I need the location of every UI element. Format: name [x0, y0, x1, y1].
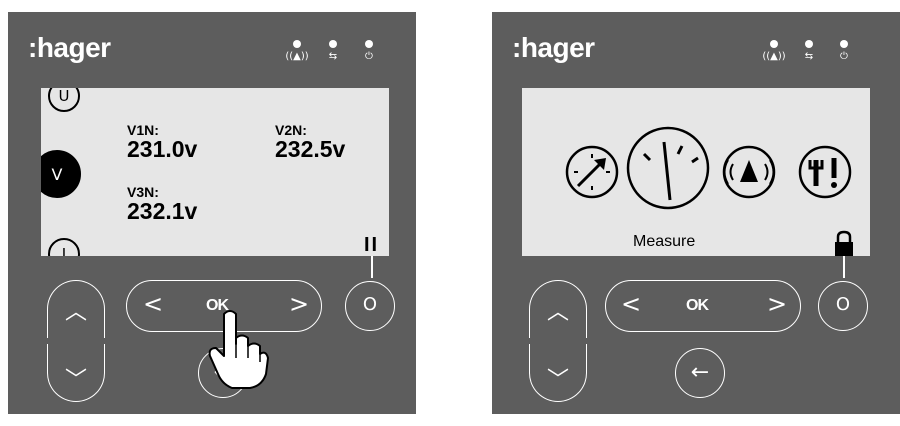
v1n-value: 231.0v: [127, 136, 198, 162]
power-led: ⏻: [355, 40, 383, 63]
lock-icon: [835, 230, 853, 256]
device-panel-right: :hager ((▲)) ⇆ ⏻ Measure ︿ ﹀ < OK > O ←: [492, 12, 900, 414]
connector-line: [371, 256, 373, 278]
comm-led: ⇆: [795, 40, 823, 63]
power-led: ⏻: [830, 40, 858, 63]
menu-v-button[interactable]: V: [41, 150, 81, 198]
pause-indicator: II: [364, 234, 380, 256]
power-led-icon: ⏻: [840, 51, 848, 62]
v2n-value: 232.5v: [275, 136, 346, 162]
alarm-led: ((▲)): [283, 40, 311, 63]
left-button[interactable]: <: [619, 290, 643, 318]
alarm-icon[interactable]: [722, 145, 776, 199]
power-led-icon: ⏻: [365, 51, 373, 62]
selected-menu-label: Measure: [633, 233, 696, 250]
down-arrow-icon: ﹀: [546, 368, 569, 393]
lcd-screen: Measure: [522, 88, 870, 256]
hager-logo: :hager: [28, 32, 111, 63]
right-button[interactable]: >: [765, 290, 789, 318]
alarm-led: ((▲)): [760, 40, 788, 63]
pointing-hand-icon: [208, 310, 269, 389]
comm-led-icon: ⇆: [804, 51, 814, 62]
menu-u-button[interactable]: U: [48, 88, 80, 112]
device-panel-left: :hager ((▲)) ⇆ ⏻ U V I V1N: 231.0v V2N: …: [8, 12, 416, 414]
lcd-screen: U V I V1N: 231.0v V2N: 232.5v V3N: 232.1…: [41, 88, 389, 256]
function-glyph: O: [362, 294, 378, 315]
measure-icon[interactable]: [626, 126, 710, 210]
back-arrow-icon: ←: [690, 360, 710, 385]
up-arrow-icon: ︿: [64, 300, 87, 325]
gauge-icon[interactable]: [565, 145, 619, 199]
up-arrow-icon: ︿: [546, 300, 569, 325]
down-arrow-icon: ﹀: [64, 368, 87, 393]
hager-logo: :hager: [512, 32, 595, 63]
alarm-led-icon: ((▲)): [285, 51, 309, 62]
right-button[interactable]: >: [287, 290, 311, 318]
v3n-value: 232.1v: [127, 198, 198, 224]
function-glyph: O: [835, 294, 851, 315]
tools-icon[interactable]: [798, 145, 852, 199]
comm-led: ⇆: [319, 40, 347, 63]
comm-led-icon: ⇆: [328, 51, 338, 62]
menu-i-button[interactable]: I: [48, 238, 80, 256]
left-button[interactable]: <: [141, 290, 165, 318]
alarm-led-icon: ((▲)): [762, 51, 786, 62]
ok-button[interactable]: OK: [686, 297, 709, 315]
connector-line: [843, 256, 845, 278]
